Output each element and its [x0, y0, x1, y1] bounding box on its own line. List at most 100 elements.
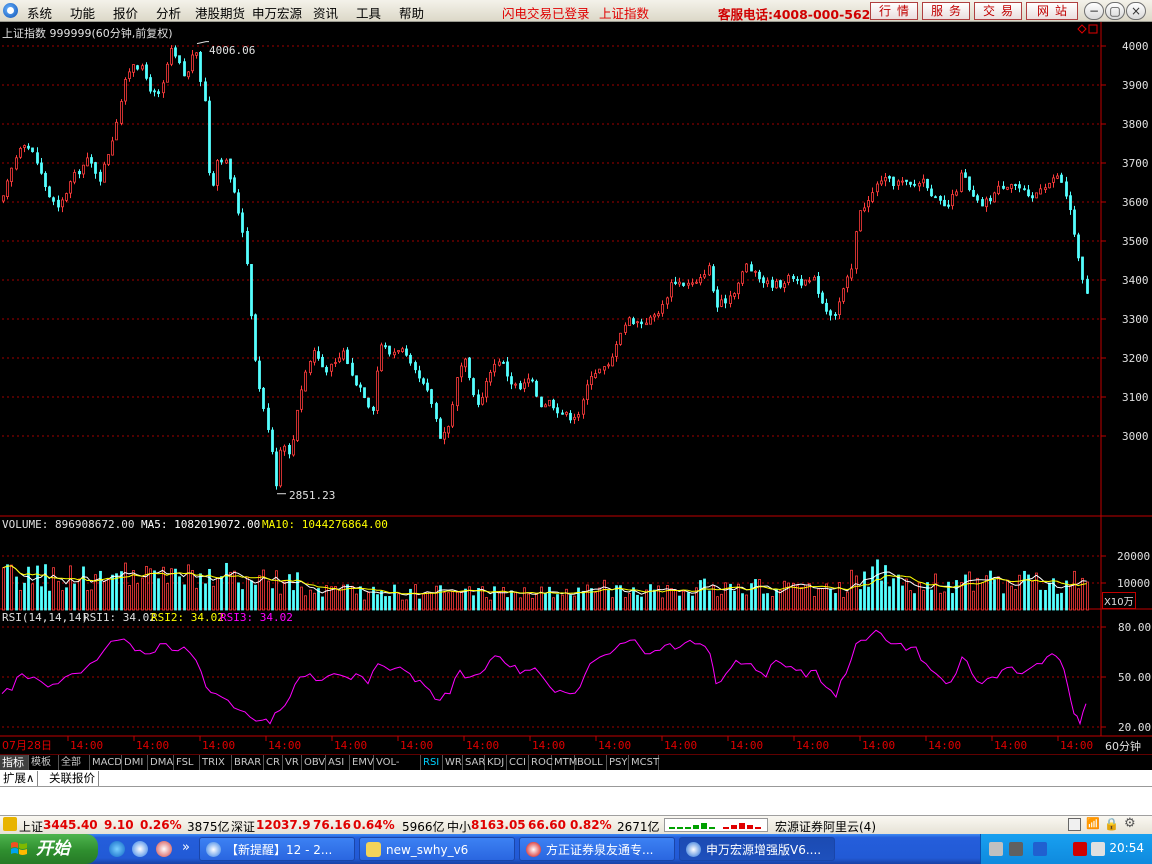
server-name[interactable]: 宏源证券阿里云(4) [775, 818, 876, 835]
signal-icon[interactable]: 📶 [1086, 817, 1100, 832]
menu-tools[interactable]: 工具 [356, 3, 381, 22]
volume-bar [451, 591, 454, 611]
volume-bar [976, 577, 979, 611]
alert-icon[interactable] [3, 817, 17, 831]
volume-bar [859, 589, 862, 611]
indicator-tab-dmi[interactable]: DMI [122, 755, 148, 770]
tab-related-quotes[interactable]: 关联报价 [46, 771, 99, 786]
indicator-tab-[interactable]: 模板 [29, 755, 59, 770]
tray-flag-icon[interactable] [1073, 842, 1087, 856]
volume-bar [296, 572, 299, 611]
start-button[interactable]: 开始 [0, 834, 98, 864]
indicator-tab-mtm[interactable]: MTM [552, 755, 577, 770]
tray-security-icon[interactable] [1033, 842, 1047, 856]
tray-network-icon[interactable] [1009, 842, 1023, 856]
tab-expand[interactable]: 扩展∧ [0, 771, 39, 786]
candle-body [619, 332, 622, 345]
volume-bar [724, 582, 727, 611]
indicator-tab-obv[interactable]: OBV [302, 755, 326, 770]
nav-button-quotes[interactable]: 行情 [870, 2, 918, 20]
tray-speaker-icon[interactable] [1091, 842, 1105, 856]
indicator-tab-trix[interactable]: TRIX [200, 755, 232, 770]
indicator-tab-dma[interactable]: DMA [148, 755, 174, 770]
lock-icon[interactable]: 🔒 [1104, 817, 1119, 832]
quicklaunch-icon[interactable] [156, 841, 172, 857]
candle-body [183, 61, 186, 77]
candle-body [346, 349, 349, 364]
indicator-tab-asi[interactable]: ASI [326, 755, 350, 770]
indicator-tab-rsi[interactable]: RSI [421, 755, 443, 770]
volume-bars[interactable] [2, 559, 1089, 611]
candle-body [691, 282, 694, 285]
volume-bar [955, 580, 958, 611]
task-button-swhy[interactable]: 申万宏源增强版V6.... [679, 837, 835, 861]
volume-bar [145, 565, 148, 611]
indicator-tab-mcst[interactable]: MCST [629, 755, 659, 770]
indicator-tab-vr[interactable]: VR [283, 755, 302, 770]
candle-body [393, 351, 396, 356]
indicator-tab-sar[interactable]: SAR [463, 755, 485, 770]
volume-bar [73, 583, 76, 611]
nav-button-website[interactable]: 网站 [1026, 2, 1078, 20]
menu-hk-futures[interactable]: 港股期货 [195, 3, 245, 22]
current-index-name[interactable]: 上证指数 [599, 3, 649, 22]
nav-button-service[interactable]: 服务 [922, 2, 970, 20]
menu-analysis[interactable]: 分析 [156, 3, 181, 22]
candle-body [783, 283, 786, 288]
indicator-tab-wr[interactable]: WR [443, 755, 463, 770]
zx-index-change: 66.60 [528, 818, 566, 832]
indicator-tab-brar[interactable]: BRAR [232, 755, 264, 770]
indicator-tab-macd[interactable]: MACD [90, 755, 122, 770]
flash-trade-status[interactable]: 闪电交易已登录 [502, 3, 590, 22]
candle-body [653, 314, 656, 318]
indicator-tab-emv[interactable]: EMV [350, 755, 374, 770]
menu-quote[interactable]: 报价 [113, 3, 138, 22]
expand-icon[interactable] [1088, 24, 1098, 34]
candlestick-series[interactable] [2, 45, 1089, 490]
candle-body [972, 189, 975, 197]
menu-system[interactable]: 系统 [27, 3, 52, 22]
candle-body [813, 276, 816, 281]
task-button-fangzheng[interactable]: 方正证券泉友通专... [519, 837, 675, 861]
indicator-tab-[interactable]: 全部 [59, 755, 90, 770]
browser-icon[interactable] [132, 841, 148, 857]
tray-app-icon[interactable] [989, 842, 1003, 856]
menu-swhy[interactable]: 申万宏源 [252, 3, 302, 22]
task-button-folder[interactable]: new_swhy_v6 [359, 837, 515, 861]
indicator-tab-fsl[interactable]: FSL [174, 755, 200, 770]
menu-function[interactable]: 功能 [70, 3, 95, 22]
task-button-reminder[interactable]: 【新提醒】12 - 2... [199, 837, 355, 861]
swhy-icon [686, 842, 701, 857]
nav-button-trade[interactable]: 交易 [974, 2, 1022, 20]
indicator-tab-[interactable]: 指标 [0, 755, 29, 770]
volume-bar [460, 592, 463, 611]
volume-bar [456, 591, 459, 611]
candle-body [1002, 185, 1005, 189]
main-chart-title: 上证指数 999999(60分钟,前复权) [2, 27, 173, 40]
indicator-tab-kdj[interactable]: KDJ [485, 755, 507, 770]
candle-body [115, 121, 118, 141]
period-label[interactable]: 60分钟 [1105, 738, 1141, 754]
restore-button[interactable]: ▢ [1105, 2, 1125, 20]
candle-body [405, 348, 408, 356]
indicator-tab-cci[interactable]: CCI [507, 755, 529, 770]
indicator-tab-roc[interactable]: ROC [529, 755, 553, 770]
indicator-tab-psy[interactable]: PSY [607, 755, 629, 770]
chart-area[interactable]: 4000 3900 3800 3700 3600 3500 3400 3300 3200 3100… [0, 22, 1152, 770]
candle-body [737, 282, 740, 295]
time-tick-label: 14:00 [466, 739, 499, 752]
minimize-button[interactable]: − [1084, 2, 1104, 20]
chevron-right-icon[interactable]: » [182, 840, 190, 855]
menu-news[interactable]: 资讯 [313, 3, 338, 22]
close-button[interactable]: × [1126, 2, 1146, 20]
kline-chart[interactable]: 4000 3900 3800 3700 3600 3500 3400 3300 3200 3100… [0, 22, 1152, 754]
menu-help[interactable]: 帮助 [399, 3, 424, 22]
gear-icon[interactable]: ⚙ [1124, 816, 1138, 831]
window-icon[interactable] [1068, 818, 1081, 831]
indicator-tab-voltdx[interactable]: VOL-TDX [374, 755, 421, 783]
ie-icon[interactable] [109, 841, 125, 857]
indicator-tab-boll[interactable]: BOLL [575, 755, 607, 770]
diamond-icon[interactable] [1077, 24, 1087, 34]
indicator-tab-cr[interactable]: CR [264, 755, 283, 770]
volume-bar [1069, 584, 1072, 611]
